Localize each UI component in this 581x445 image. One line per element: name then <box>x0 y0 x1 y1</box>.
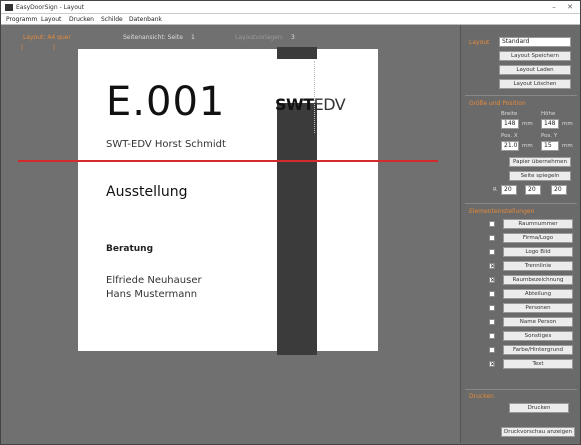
element-checkbox[interactable] <box>489 221 495 227</box>
sign-preview[interactable]: E.001 SWTEDV SWT-EDV Horst Schmidt Ausst… <box>18 47 438 355</box>
element-checkbox[interactable] <box>489 249 495 255</box>
menu-layout[interactable]: Layout <box>41 16 61 23</box>
height-input[interactable]: 148 <box>541 119 559 129</box>
app-window: EasyDoorSign - Layout – ✕ Programm Layou… <box>0 0 581 445</box>
element-button[interactable]: Firma/Logo <box>503 233 573 243</box>
element-checkbox[interactable] <box>489 291 495 297</box>
element-button[interactable]: Personen <box>503 303 573 313</box>
layout-format-label[interactable]: Layout: A4 quer <box>23 34 71 41</box>
pos-x-label: Pos. X <box>501 133 518 139</box>
panel-divider <box>465 389 577 390</box>
element-checkbox[interactable] <box>489 305 495 311</box>
element-button[interactable]: Abteilung <box>503 289 573 299</box>
height-label: Höhe <box>541 111 556 117</box>
delete-layout-button[interactable]: Layout Löschen <box>499 79 571 89</box>
template-value[interactable]: 3 <box>291 34 295 41</box>
pos-y-label: Pos. Y <box>541 133 558 139</box>
room-number[interactable]: E.001 <box>106 79 225 125</box>
element-button[interactable]: Sonstiges <box>503 331 573 341</box>
element-checkbox[interactable] <box>489 347 495 353</box>
element-checkbox[interactable]: ✕ <box>489 277 495 284</box>
pos-y-input[interactable]: 15 <box>541 141 559 151</box>
save-layout-button[interactable]: Layout Speichern <box>499 51 571 61</box>
menu-datenbank[interactable]: Datenbank <box>129 16 162 23</box>
element-checkbox[interactable]: ✕ <box>489 263 495 270</box>
menu-programm[interactable]: Programm <box>6 16 37 23</box>
sign-dark-column <box>277 47 317 355</box>
department-title[interactable]: Beratung <box>106 244 153 254</box>
size-position-label: Größe und Position <box>469 100 526 107</box>
template-label: Layoutvorlagen: <box>235 34 284 41</box>
load-layout-button[interactable]: Layout Laden <box>499 65 571 75</box>
panel-divider <box>465 203 577 204</box>
element-checkbox[interactable] <box>489 333 495 339</box>
margin-input-3[interactable]: 20 <box>551 185 567 195</box>
print-section-label: Drucken <box>469 393 494 400</box>
menu-drucken[interactable]: Drucken <box>69 16 94 23</box>
width-input[interactable]: 148 <box>501 119 519 129</box>
zoom-label: Seitenansicht: Seite <box>123 34 183 41</box>
title-bar: EasyDoorSign - Layout – ✕ <box>1 1 580 14</box>
element-button[interactable]: Name Person <box>503 317 573 327</box>
close-button[interactable]: ✕ <box>565 3 575 11</box>
zoom-value[interactable]: 1 <box>191 34 195 41</box>
margin-input-2[interactable]: 20 <box>525 185 541 195</box>
separator-line <box>18 160 438 162</box>
minimize-button[interactable]: – <box>549 3 559 11</box>
pos-y-unit: mm <box>562 143 573 149</box>
margin-input-1[interactable]: 20 <box>501 185 517 195</box>
logo-bold-text: SWT <box>275 95 314 114</box>
apply-paper-button[interactable]: Papier übernehmen <box>509 157 571 167</box>
element-button[interactable]: Farbe/Hintergrund <box>503 345 573 355</box>
corner-marker-right: | <box>53 44 56 51</box>
width-unit: mm <box>522 121 533 127</box>
company-name[interactable]: SWT-EDV Horst Schmidt <box>106 139 226 150</box>
panel-divider <box>465 95 577 96</box>
settings-panel: Layout Standard Layout Speichern Layout … <box>460 25 580 443</box>
menu-schilde[interactable]: Schilde <box>101 16 123 23</box>
room-title[interactable]: Ausstellung <box>106 184 188 200</box>
layout-label: Layout <box>469 39 490 46</box>
window-title: EasyDoorSign - Layout <box>16 4 85 11</box>
width-label: Breite <box>501 111 518 117</box>
corner-marker-left: | <box>21 44 24 51</box>
element-button[interactable]: Raumnummer <box>503 219 573 229</box>
element-button[interactable]: Trennlinie <box>503 261 573 271</box>
element-button[interactable]: Logo Bild <box>503 247 573 257</box>
element-checkbox[interactable] <box>489 319 495 325</box>
element-checkbox[interactable] <box>489 235 495 241</box>
print-button[interactable]: Drucken <box>509 403 569 413</box>
app-icon <box>5 4 13 11</box>
pos-x-unit: mm <box>522 143 533 149</box>
layout-select[interactable]: Standard <box>499 37 571 47</box>
person-name[interactable]: Elfriede Neuhauser <box>106 275 202 286</box>
pos-x-input[interactable]: 21.0 <box>501 141 519 151</box>
logo-thin-text: EDV <box>313 95 346 114</box>
height-unit: mm <box>562 121 573 127</box>
print-preview-button[interactable]: Druckvorschau anzeigen <box>501 427 575 437</box>
mirror-page-button[interactable]: Seite spiegeln <box>509 171 571 181</box>
elements-label: Elementeinstellungen <box>469 208 535 215</box>
element-checkbox[interactable]: ✕ <box>489 361 495 368</box>
element-button[interactable]: Text <box>503 359 573 369</box>
person-name[interactable]: Hans Mustermann <box>106 289 197 300</box>
element-button[interactable]: Raumbezeichnung <box>503 275 573 285</box>
margin-label: R <box>493 187 497 193</box>
menu-bar: Programm Layout Drucken Schilde Datenban… <box>1 14 580 25</box>
company-logo: SWTEDV <box>275 95 346 114</box>
